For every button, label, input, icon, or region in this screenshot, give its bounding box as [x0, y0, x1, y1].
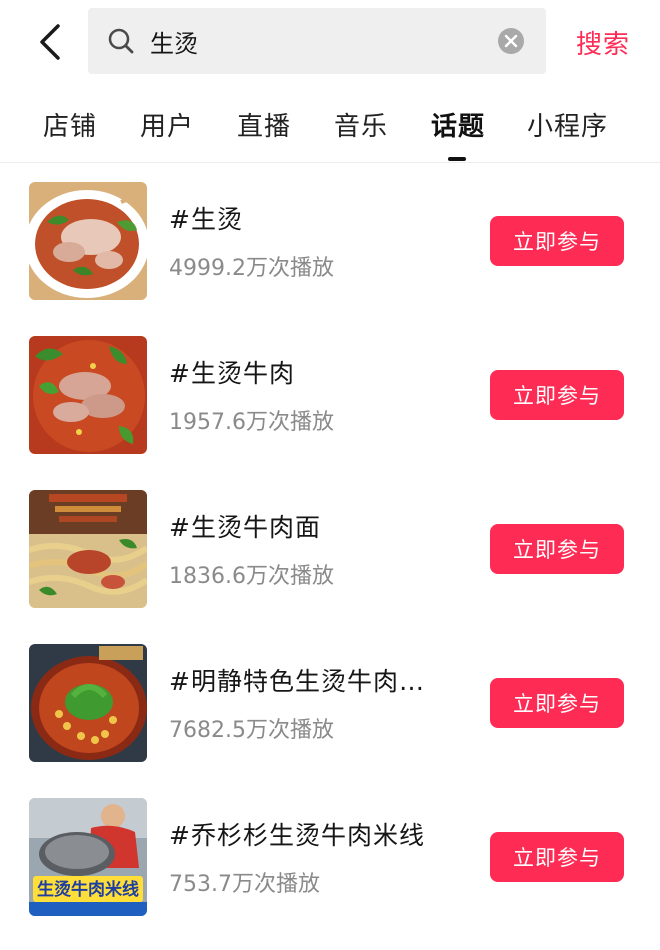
topic-row[interactable]: 生烫牛肉米线 #乔杉杉生烫牛肉米线 753.7万次播放 立即参与	[0, 798, 660, 916]
topic-row[interactable]: #生烫 4999.2万次播放 立即参与	[0, 182, 660, 300]
search-header: 搜索	[0, 0, 660, 84]
tab-music[interactable]: 音乐	[334, 106, 388, 143]
tab-topics[interactable]: 话题	[431, 106, 485, 143]
topic-play-count: 753.7万次播放	[169, 872, 320, 897]
topic-play-count: 1957.6万次播放	[169, 410, 334, 435]
join-topic-button[interactable]: 立即参与	[490, 216, 624, 266]
topic-thumbnail	[29, 490, 147, 608]
join-topic-button[interactable]: 立即参与	[490, 524, 624, 574]
clear-icon[interactable]	[498, 28, 524, 54]
topic-title: #生烫	[169, 205, 243, 234]
join-topic-button[interactable]: 立即参与	[490, 370, 624, 420]
topic-title: #乔杉杉生烫牛肉米线	[169, 821, 425, 850]
search-icon	[106, 26, 136, 56]
join-topic-button[interactable]: 立即参与	[490, 832, 624, 882]
search-box[interactable]	[88, 8, 546, 74]
tab-users[interactable]: 用户	[140, 106, 194, 143]
active-tab-indicator	[448, 157, 466, 161]
topic-thumbnail	[29, 336, 147, 454]
back-arrow-icon	[40, 24, 60, 60]
topic-title: #生烫牛肉	[169, 359, 295, 388]
topic-play-count: 1836.6万次播放	[169, 564, 334, 589]
topic-play-count: 4999.2万次播放	[169, 256, 334, 281]
join-topic-button[interactable]: 立即参与	[490, 678, 624, 728]
topic-title: #明静特色生烫牛肉…	[169, 667, 425, 696]
thumbnail-banner-text: 生烫牛肉米线	[37, 879, 139, 900]
topic-row[interactable]: #生烫牛肉 1957.6万次播放 立即参与	[0, 336, 660, 454]
topic-row[interactable]: #明静特色生烫牛肉… 7682.5万次播放 立即参与	[0, 644, 660, 762]
topic-title: #生烫牛肉面	[169, 513, 321, 542]
topic-row[interactable]: #生烫牛肉面 1836.6万次播放 立即参与	[0, 490, 660, 608]
tab-mini-programs[interactable]: 小程序	[527, 106, 608, 143]
search-input[interactable]	[148, 26, 472, 56]
tab-stores[interactable]: 店铺	[43, 106, 97, 143]
search-button[interactable]: 搜索	[576, 24, 630, 61]
category-tabs: 店铺 用户 直播 音乐 话题 小程序	[0, 96, 660, 163]
tab-live[interactable]: 直播	[237, 106, 291, 143]
topic-thumbnail	[29, 644, 147, 762]
topic-thumbnail	[29, 182, 147, 300]
back-button[interactable]	[30, 20, 70, 64]
topic-thumbnail: 生烫牛肉米线	[29, 798, 147, 916]
topic-play-count: 7682.5万次播放	[169, 718, 334, 743]
